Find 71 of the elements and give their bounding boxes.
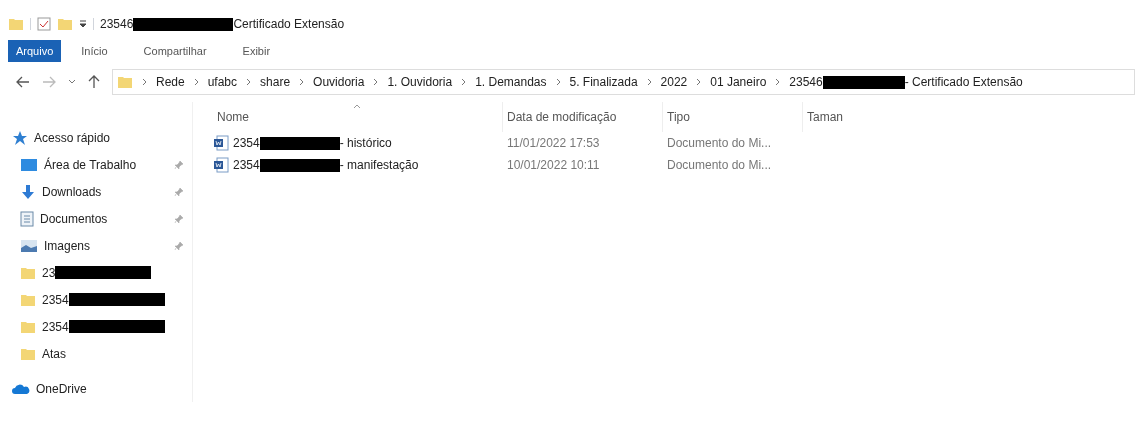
breadcrumb-item[interactable]: ufabc <box>207 73 238 91</box>
document-icon <box>20 210 34 227</box>
sidebar-item[interactable]: Acesso rápido <box>34 128 111 147</box>
sidebar-item[interactable]: Imagens <box>44 236 91 255</box>
sidebar-item[interactable]: 2354 <box>42 317 69 336</box>
breadcrumb-item[interactable]: 1. Ouvidoria <box>387 73 453 91</box>
sidebar-item[interactable]: Documentos <box>40 209 108 228</box>
chevron-right-icon <box>193 78 199 86</box>
download-arrow-icon <box>20 183 36 200</box>
sort-caret-icon <box>353 104 361 109</box>
column-header[interactable]: Data de modificação <box>503 102 663 132</box>
sidebar-item[interactable]: Atas <box>42 344 66 363</box>
sidebar-item[interactable]: Área de Trabalho <box>44 155 137 174</box>
file-name[interactable]: 2354 <box>233 156 260 174</box>
pin-icon <box>174 159 184 170</box>
breadcrumb-item[interactable]: 01 Janeiro <box>710 73 767 91</box>
chevron-right-icon <box>646 78 652 86</box>
star-icon <box>12 129 28 146</box>
file-name[interactable]: 2354 <box>233 134 260 152</box>
column-header[interactable]: Tipo <box>663 102 803 132</box>
ribbon-tab[interactable]: Compartilhar <box>127 40 223 62</box>
back-arrow-icon[interactable] <box>16 76 30 88</box>
sidebar-item[interactable]: OneDrive <box>36 379 87 398</box>
dropdown-caret-icon <box>79 20 87 28</box>
breadcrumb-item[interactable]: 5. Finalizada <box>569 73 638 91</box>
column-header[interactable]: Taman <box>803 102 853 132</box>
breadcrumb-item[interactable]: Ouvidoria <box>313 73 365 91</box>
desktop-icon <box>20 157 38 172</box>
word-document-icon <box>213 135 229 151</box>
sidebar-item[interactable]: 23 <box>42 263 56 282</box>
cloud-icon <box>12 382 30 395</box>
folder-icon <box>57 16 73 32</box>
window-title: Certificado Extensão <box>233 16 345 33</box>
folder-icon <box>117 74 133 90</box>
chevron-right-icon <box>775 78 781 86</box>
chevron-right-icon <box>299 78 305 86</box>
file-name[interactable]: - manifestação <box>339 156 419 174</box>
up-arrow-icon[interactable] <box>88 75 100 89</box>
breadcrumb-item[interactable]: 23546 <box>789 73 823 91</box>
table-cell-text: 10/01/2022 10:11 <box>506 157 601 174</box>
chevron-right-icon <box>142 78 147 86</box>
breadcrumb-item[interactable]: - Certificado Extensão <box>904 73 1023 91</box>
breadcrumb-item[interactable]: Rede <box>156 73 185 91</box>
ribbon-tab[interactable]: Início <box>65 40 124 62</box>
word-document-icon <box>213 157 229 173</box>
address-bar[interactable]: Rede ufabc share Ouvidoria 1. Ouvidoria 1. Demandas 5. Finalizada 2022 01 Janeiro 23546 - Certificado Extensão <box>112 69 1135 95</box>
image-icon <box>20 238 38 253</box>
ribbon-tab[interactable]: Arquivo <box>8 40 62 62</box>
breadcrumb-item[interactable]: share <box>260 73 291 91</box>
pin-icon <box>174 213 184 224</box>
table-cell-text: Documento do Mi... <box>666 157 773 174</box>
chevron-right-icon <box>373 78 379 86</box>
folder-icon <box>8 16 24 32</box>
chevron-right-icon <box>246 78 252 86</box>
chevron-down-icon[interactable] <box>68 79 76 85</box>
file-name[interactable]: - histórico <box>339 134 392 152</box>
breadcrumb-item[interactable]: 1. Demandas <box>475 73 547 91</box>
breadcrumb-item[interactable]: 2022 <box>660 73 688 91</box>
pin-icon <box>174 240 184 251</box>
pin-icon <box>174 186 184 197</box>
chevron-right-icon <box>696 78 702 86</box>
ribbon-tab[interactable]: Exibir <box>226 40 287 62</box>
chevron-right-icon <box>555 78 561 86</box>
properties-icon <box>37 17 51 31</box>
chevron-right-icon <box>461 78 467 86</box>
window-title: 23546 <box>100 16 134 33</box>
sidebar-item[interactable]: Downloads <box>42 182 102 201</box>
table-cell-text: 11/01/2022 17:53 <box>506 135 601 152</box>
table-cell-text: Documento do Mi... <box>666 135 773 152</box>
sidebar-item[interactable]: 2354 <box>42 290 69 309</box>
column-header[interactable]: Nome <box>213 102 503 132</box>
